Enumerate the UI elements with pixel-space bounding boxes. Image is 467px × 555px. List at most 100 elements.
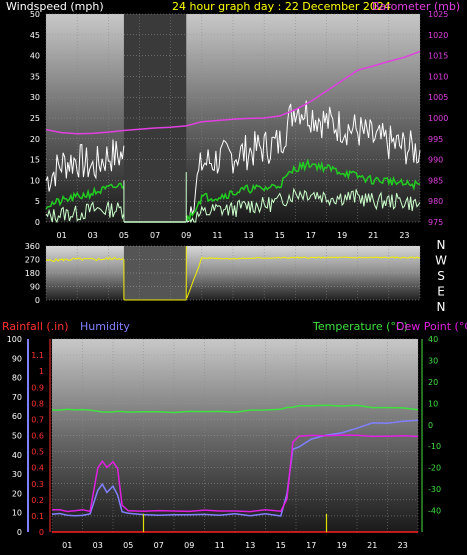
rainfall-y-tick: 0 [39,528,44,537]
rain-x-tick: 17 [306,541,316,550]
barometer-y-tick: 990 [428,156,443,165]
direction-y-tick: 180 [25,269,40,278]
wind-x-tick: 01 [56,231,66,240]
rainfall-y-tick: 0.7 [31,415,44,424]
temperature-y-axis: -40 -30 -20 -10 0 10 20 30 40 [428,335,441,516]
wind-x-tick: 13 [243,231,253,240]
rain-x-tick: 13 [245,541,255,550]
wind-x-tick: 11 [212,231,222,240]
rain-x-tick: 11 [215,541,225,550]
wind-y-tick: 15 [30,156,40,165]
humidity-y-tick: 70 [12,393,22,402]
humidity-y-tick: 60 [12,412,22,421]
rain-x-tick: 15 [276,541,286,550]
temperature-y-tick: 10 [428,399,438,408]
temperature-y-tick: 40 [428,335,438,344]
temperature-y-tick: -40 [428,507,441,516]
temperature-label: Temperature (°C) [312,320,408,333]
temperature-y-tick: 20 [428,378,438,387]
wind-x-tick: 21 [368,231,378,240]
temperature-y-tick: -30 [428,485,441,494]
wind-y-tick: 0 [35,218,40,227]
rainfall-y-tick: 0.6 [31,432,44,441]
wind-y-tick: 40 [30,52,40,61]
direction-y-tick: 270 [25,256,40,265]
wind-y-tick: 5 [35,197,40,206]
humidity-y-axis: 0 10 20 30 40 50 60 70 80 90 100 [7,335,22,537]
wind-x-tick: 19 [337,231,347,240]
humidity-y-tick: 90 [12,354,22,363]
humidity-y-tick: 50 [12,432,22,441]
rainfall-label: Rainfall (.in) [2,320,69,333]
humidity-y-tick: 10 [12,509,22,518]
wind-x-tick: 05 [119,231,129,240]
humidity-y-tick: 0 [17,528,22,537]
temperature-y-tick: 0 [428,421,433,430]
rainfall-y-tick: 0.2 [31,496,44,505]
humidity-label: Humidity [80,320,130,333]
rain-x-tick: 21 [367,541,377,550]
wind-y-tick: 25 [30,114,40,123]
rainfall-y-tick: 0.3 [31,480,44,489]
compass-label: S [437,269,445,283]
rainfall-y-axis: 0 0.1 0.2 0.3 0.4 0.5 0.6 0.7 0.8 0.9 1 1.1 [31,351,44,537]
barometer-y-tick: 995 [428,135,443,144]
barometer-y-tick: 1010 [428,72,448,81]
barometer-y-tick: 1025 [428,10,448,19]
wind-x-tick: 15 [275,231,285,240]
rain-x-axis: 01 03 05 07 09 11 13 15 17 19 21 23 [62,541,408,550]
barometer-y-tick: 1005 [428,93,448,102]
humidity-y-tick: 40 [12,451,22,460]
chart-title: 24 hour graph day : 22 December 2024 [172,0,391,13]
barometer-y-tick: 985 [428,176,443,185]
wind-y-tick: 20 [30,135,40,144]
rainfall-y-tick: 0.9 [31,383,44,392]
rainfall-y-tick: 0.5 [31,448,44,457]
rain-x-tick: 23 [398,541,408,550]
wind-y-tick: 45 [30,31,40,40]
rainfall-y-tick: 0.8 [31,399,44,408]
wind-x-tick: 23 [399,231,409,240]
humidity-y-tick: 80 [12,374,22,383]
wind-y-tick: 10 [30,176,40,185]
direction-y-tick: 360 [25,242,40,251]
compass-label: N [437,300,446,314]
wind-y-tick: 30 [30,93,40,102]
weather-graphs: Windspeed (mph) 24 hour graph day : 22 D… [0,0,467,555]
barometer-y-tick: 975 [428,218,443,227]
humidity-y-tick: 30 [12,470,22,479]
wind-x-axis: 01 03 05 07 09 11 13 15 17 19 21 23 [56,231,409,240]
barometer-y-axis: 975 980 985 990 995 1000 1005 1010 1015 1020 1025 [428,10,448,227]
temperature-y-tick: -10 [428,442,441,451]
rain-x-tick: 19 [337,541,347,550]
barometer-y-tick: 1000 [428,114,448,123]
direction-y-tick: 0 [35,296,40,305]
graphs-svg: Windspeed (mph) 24 hour graph day : 22 D… [2,0,467,550]
direction-y-axis: 0 90 180 270 360 [25,242,40,305]
humidity-y-tick: 20 [12,489,22,498]
wind-y-tick: 35 [30,72,40,81]
compass-label: N [437,238,446,252]
wind-y-tick: 50 [30,10,40,19]
rainfall-y-tick: 1 [39,367,44,376]
barometer-y-tick: 980 [428,197,443,206]
rainfall-y-tick: 0.4 [31,464,44,473]
rainfall-y-tick: 1.1 [31,351,44,360]
wind-y-axis: 0 5 10 15 20 25 30 35 40 45 50 [30,10,40,227]
barometer-y-tick: 1015 [428,52,448,61]
wind-x-tick: 07 [150,231,160,240]
rain-x-tick: 01 [62,541,72,550]
wind-x-tick: 03 [88,231,98,240]
humidity-y-tick: 100 [7,335,22,344]
temperature-y-tick: -20 [428,464,441,473]
compass-labels: NWSEN [435,238,447,314]
rain-x-tick: 03 [93,541,103,550]
compass-label: E [437,285,445,299]
rainfall-y-tick: 0.1 [31,512,44,521]
compass-label: W [435,254,447,268]
rain-x-tick: 05 [123,541,133,550]
rain-x-tick: 09 [184,541,194,550]
rain-x-tick: 07 [154,541,164,550]
temperature-y-tick: 30 [428,356,438,365]
barometer-y-tick: 1020 [428,31,448,40]
